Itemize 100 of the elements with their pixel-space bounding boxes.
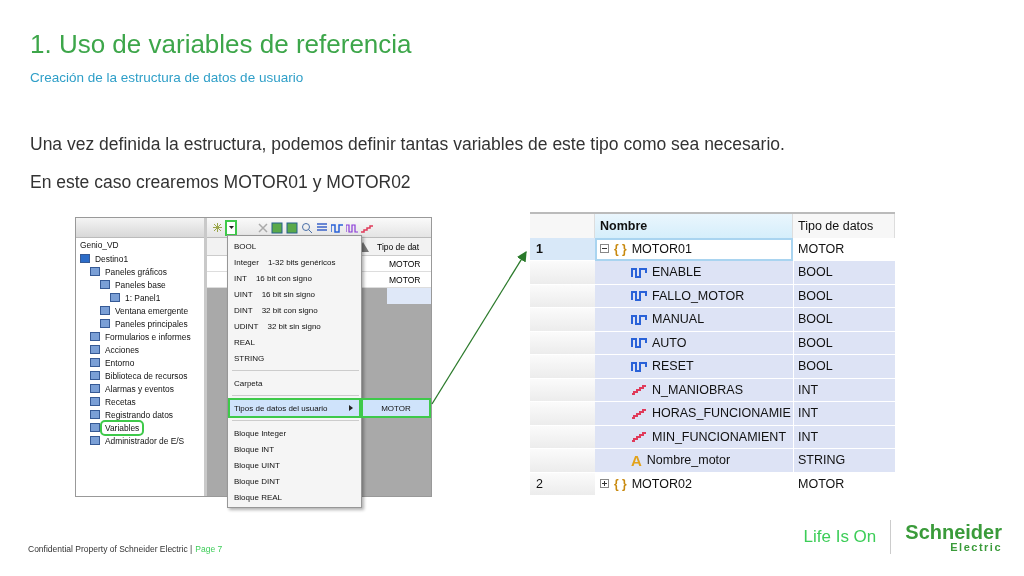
menu-item[interactable]: INT 16 bit con signo — [230, 270, 359, 286]
type-cell: BOOL — [793, 284, 895, 308]
node-icon — [110, 293, 120, 302]
row-header: 2 — [530, 472, 595, 496]
pulse-icon — [631, 337, 647, 349]
tree-item[interactable]: Destino1 — [93, 253, 131, 264]
slide-subtitle: Creación de la estructura de datos de usuario — [30, 70, 305, 85]
menu-item[interactable]: REAL — [230, 334, 359, 350]
column-header[interactable]: Nombre — [595, 214, 793, 238]
star-icon[interactable] — [213, 223, 222, 232]
node-icon — [90, 397, 100, 406]
type-cell: BOOL — [793, 355, 895, 379]
expand-icon[interactable] — [600, 478, 609, 488]
node-icon — [100, 280, 110, 289]
caret-icon — [349, 405, 353, 411]
type-cell: INT — [793, 402, 895, 426]
pulse-icon — [631, 290, 647, 302]
tree-item[interactable]: Recetas — [103, 396, 138, 407]
staircase-icon — [631, 431, 647, 443]
variable-name: ENABLE — [652, 265, 702, 280]
empty-row — [387, 288, 431, 304]
node-icon — [90, 358, 100, 367]
node-icon — [90, 267, 100, 276]
submenu-item[interactable]: MOTOR — [361, 398, 431, 418]
type-cell: BOOL — [793, 308, 895, 332]
staircase-icon[interactable] — [361, 222, 373, 233]
node-icon — [80, 254, 90, 263]
menu-item[interactable]: Integer 1-32 bits genéricos — [230, 254, 359, 270]
pulse-icon[interactable] — [331, 222, 343, 233]
menu-item[interactable]: Carpeta — [230, 375, 359, 391]
type-cell: BOOL — [793, 331, 895, 355]
logo: Life Is On Schneider Electric — [803, 520, 1002, 554]
menu-item[interactable]: STRING — [230, 350, 359, 366]
menu-item[interactable]: DINT 32 bit con signo — [230, 302, 359, 318]
tree-item[interactable]: Registrando datos — [103, 409, 175, 420]
node-icon — [90, 410, 100, 419]
body-text: Una vez definida la estructura, podemos definir tantas variables de este tipo como sea necesario. — [30, 133, 786, 155]
tree-item[interactable]: Paneles base — [113, 279, 168, 290]
tree-item[interactable]: Ventana emergente — [113, 305, 191, 316]
row-header: 1 — [530, 237, 595, 261]
tree-item[interactable]: Entorno — [103, 357, 137, 368]
pulse-icon — [631, 266, 647, 278]
column-header[interactable]: Tipo de datos — [793, 214, 895, 238]
column-header: Tipo de dat — [377, 241, 420, 252]
menu-item[interactable]: Bloque UINT — [230, 457, 359, 473]
tree-item[interactable]: Acciones — [103, 344, 141, 355]
variable-name: MOTOR01 — [631, 241, 692, 256]
tree-item[interactable]: Formularios e informes — [103, 331, 193, 342]
braces-icon: { } — [614, 476, 627, 491]
tree-item[interactable]: Paneles principales — [113, 318, 190, 329]
type-cell: BOOL — [793, 261, 895, 285]
node-icon — [90, 436, 100, 445]
body-text: En este caso crearemos MOTOR01 y MOTOR02 — [30, 171, 412, 193]
menu-item[interactable]: Bloque DINT — [230, 473, 359, 489]
menu-item[interactable]: UINT 16 bit sin signo — [230, 286, 359, 302]
tree-item[interactable]: 1: Panel1 — [123, 292, 163, 303]
node-icon — [90, 345, 100, 354]
variable-name: RESET — [652, 359, 694, 374]
type-cell: STRING — [793, 449, 895, 473]
menu-item[interactable]: BOOL — [230, 238, 359, 254]
braces-icon: { } — [614, 241, 627, 256]
dropdown-button[interactable] — [225, 219, 237, 236]
staircase-icon — [631, 407, 647, 419]
menu-item[interactable]: UDINT 32 bit sin signo — [230, 318, 359, 334]
node-icon — [90, 371, 100, 380]
tree-item[interactable]: Alarmas y eventos — [103, 383, 176, 394]
variable-name: N_MANIOBRAS — [652, 382, 743, 397]
footer-text: Confidential Property of Schneider Electric | — [28, 544, 193, 554]
node-icon — [90, 332, 100, 341]
grid-icon[interactable] — [271, 221, 283, 234]
variable-name: MOTOR02 — [631, 476, 692, 491]
staircase-icon — [631, 384, 647, 396]
variable-name: MANUAL — [652, 312, 705, 327]
caret-icon — [228, 226, 234, 229]
wave-icon[interactable] — [346, 222, 358, 233]
pulse-icon — [631, 360, 647, 372]
node-icon — [100, 319, 110, 328]
type-cell: INT — [793, 378, 895, 402]
node-icon — [90, 423, 100, 432]
tree-item[interactable]: Variables — [103, 422, 142, 433]
letter-icon: A — [631, 451, 642, 469]
tree-item[interactable]: Paneles gráficos — [103, 266, 169, 277]
variable-name: AUTO — [652, 335, 687, 350]
search-icon[interactable] — [301, 221, 313, 234]
pulse-icon — [631, 313, 647, 325]
grid-icon[interactable] — [286, 221, 298, 234]
collapse-icon[interactable] — [600, 243, 609, 253]
menu-item[interactable]: Bloque Integer — [230, 425, 359, 441]
tree-item[interactable]: Biblioteca de recursos — [103, 370, 190, 381]
variable-name: Nombre_motor — [646, 453, 731, 468]
tree-root: Genio_VD — [80, 239, 120, 252]
list-icon[interactable] — [316, 221, 328, 234]
slide-title: 1. Uso de variables de referencia — [30, 28, 413, 60]
tree-item[interactable]: Administrador de E/S — [103, 435, 187, 446]
node-icon — [100, 306, 110, 315]
node-icon — [90, 384, 100, 393]
variable-name: MIN_FUNCIONAMIENT — [652, 429, 787, 444]
menu-item[interactable]: Bloque INT — [230, 441, 359, 457]
variable-name: FALLO_MOTOR — [652, 288, 745, 303]
menu-item[interactable]: Bloque REAL — [230, 489, 359, 505]
